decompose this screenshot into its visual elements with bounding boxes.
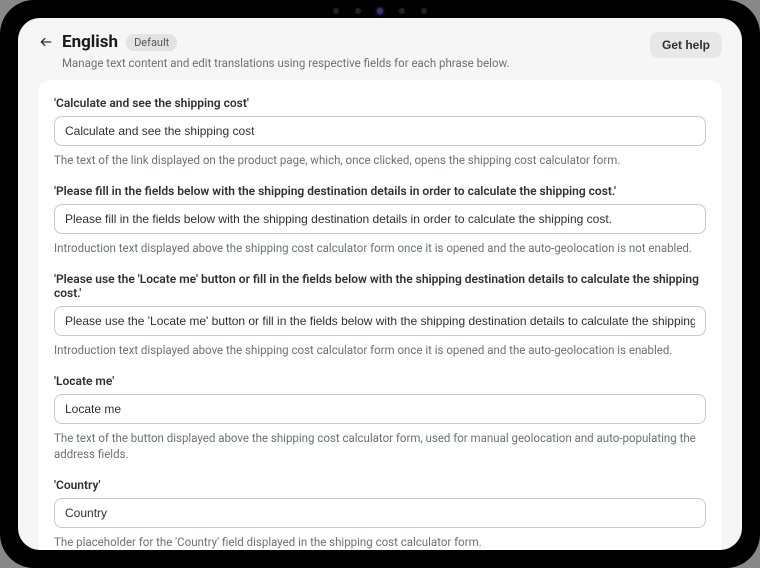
translation-input[interactable]: [54, 116, 706, 146]
field-hint: The text of the link displayed on the pr…: [54, 152, 706, 168]
get-help-button[interactable]: Get help: [650, 32, 722, 58]
translation-input[interactable]: [54, 394, 706, 424]
field-hint: The text of the button displayed above t…: [54, 430, 706, 462]
page-header: English Default Manage text content and …: [18, 18, 742, 80]
field-group: 'Country' The placeholder for the 'Count…: [54, 478, 706, 550]
header-left: English Default Manage text content and …: [38, 32, 510, 70]
sensor-dot: [377, 8, 383, 14]
field-hint: Introduction text displayed above the sh…: [54, 342, 706, 358]
field-hint: The placeholder for the 'Country' field …: [54, 534, 706, 550]
field-label: 'Please use the 'Locate me' button or fi…: [54, 272, 706, 300]
translation-input[interactable]: [54, 204, 706, 234]
field-label: 'Please fill in the fields below with th…: [54, 184, 706, 198]
default-badge: Default: [126, 34, 177, 51]
page-subtitle: Manage text content and edit translation…: [62, 56, 510, 70]
field-group: 'Please fill in the fields below with th…: [54, 184, 706, 256]
field-label: 'Locate me': [54, 374, 706, 388]
page-title: English: [62, 32, 118, 52]
translation-input[interactable]: [54, 498, 706, 528]
field-hint: Introduction text displayed above the sh…: [54, 240, 706, 256]
back-arrow-icon[interactable]: [38, 34, 54, 50]
sensor-dot: [399, 8, 405, 14]
sensor-bar: [333, 8, 427, 14]
field-label: 'Calculate and see the shipping cost': [54, 96, 706, 110]
field-group: 'Calculate and see the shipping cost' Th…: [54, 96, 706, 168]
field-label: 'Country': [54, 478, 706, 492]
sensor-dot: [355, 8, 361, 14]
translations-card: 'Calculate and see the shipping cost' Th…: [38, 80, 722, 550]
sensor-dot: [421, 8, 427, 14]
sensor-dot: [333, 8, 339, 14]
field-group: 'Please use the 'Locate me' button or fi…: [54, 272, 706, 358]
tablet-device-frame: English Default Manage text content and …: [0, 0, 760, 568]
field-group: 'Locate me' The text of the button displ…: [54, 374, 706, 462]
title-row: English Default: [38, 32, 510, 52]
translation-input[interactable]: [54, 306, 706, 336]
content-scroll[interactable]: 'Calculate and see the shipping cost' Th…: [18, 80, 742, 550]
app-screen: English Default Manage text content and …: [18, 18, 742, 550]
